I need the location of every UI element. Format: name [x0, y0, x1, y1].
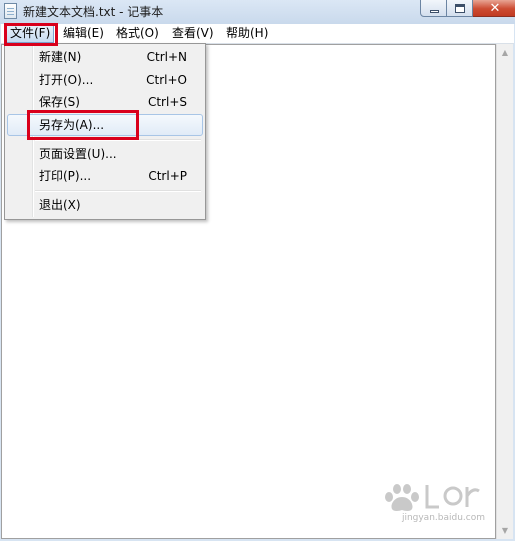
menu-item-new[interactable]: 新建(N) Ctrl+N: [7, 46, 203, 68]
menu-format[interactable]: 格式(O): [113, 24, 162, 43]
scroll-down-icon[interactable]: ▼: [497, 522, 513, 539]
minimize-icon: [430, 10, 439, 13]
menu-separator: [35, 190, 201, 192]
menu-item-label: 打印(P)...: [39, 169, 92, 183]
highlight-save-as: [27, 110, 139, 140]
menu-item-shortcut: Ctrl+N: [146, 50, 187, 64]
menu-item-exit[interactable]: 退出(X): [7, 194, 203, 216]
close-icon: ✕: [489, 1, 501, 16]
notepad-icon[interactable]: [4, 3, 17, 19]
highlight-file-menu: [4, 23, 58, 46]
watermark-text: jingyan.baidu.com: [401, 513, 485, 523]
menu-item-print[interactable]: 打印(P)... Ctrl+P: [7, 165, 203, 187]
menu-bar: 文件(F) 编辑(E) 格式(O) 查看(V) 帮助(H): [1, 24, 514, 44]
minimize-button[interactable]: [420, 0, 447, 17]
menu-item-label: 新建(N): [39, 50, 82, 64]
menu-item-shortcut: Ctrl+S: [147, 95, 187, 109]
window-title: 新建文本文档.txt - 记事本: [23, 5, 164, 19]
scroll-up-icon[interactable]: ▲: [497, 44, 513, 61]
baidu-jingyan-logo: [385, 484, 480, 511]
maximize-icon: [455, 4, 465, 13]
menu-view[interactable]: 查看(V): [169, 24, 217, 43]
maximize-button[interactable]: [447, 0, 473, 17]
title-bar[interactable]: 新建文本文档.txt - 记事本 ✕: [0, 0, 515, 24]
menu-item-label: 退出(X): [39, 198, 81, 212]
menu-item-page-setup[interactable]: 页面设置(U)...: [7, 143, 203, 165]
menu-item-shortcut: Ctrl+O: [146, 73, 187, 87]
close-button[interactable]: ✕: [473, 0, 515, 17]
menu-edit[interactable]: 编辑(E): [60, 24, 107, 43]
caption-buttons: ✕: [420, 0, 515, 18]
notepad-window: 新建文本文档.txt - 记事本 ✕ 文件(F) 编辑(E) 格式(O) 查看(…: [0, 0, 515, 541]
menu-item-label: 页面设置(U)...: [39, 147, 117, 161]
watermark: jingyan.baidu.com: [375, 475, 485, 523]
menu-item-open[interactable]: 打开(O)... Ctrl+O: [7, 69, 203, 91]
vertical-scrollbar[interactable]: ▲ ▼: [496, 44, 513, 539]
menu-item-shortcut: Ctrl+P: [148, 169, 187, 183]
menu-item-label: 打开(O)...: [39, 73, 94, 87]
menu-help[interactable]: 帮助(H): [223, 24, 271, 43]
